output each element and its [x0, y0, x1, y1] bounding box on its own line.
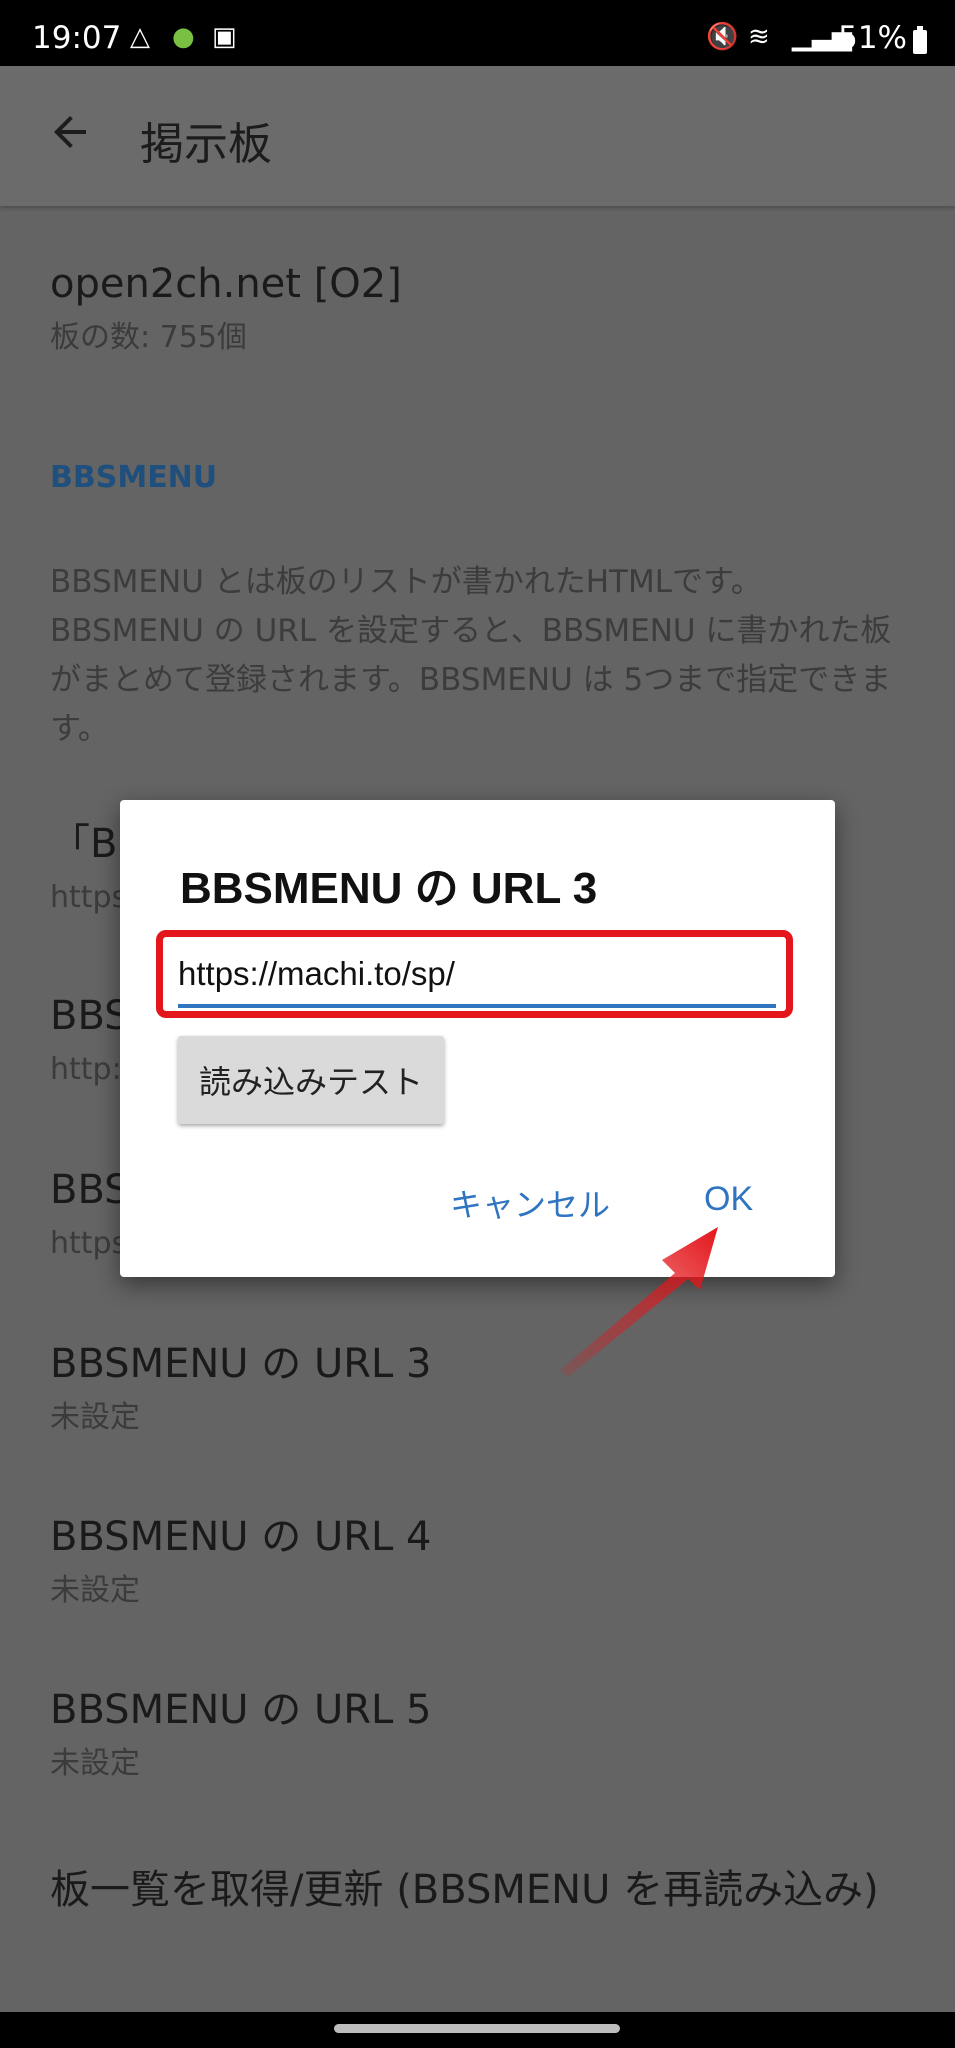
image-icon: ▣: [212, 22, 237, 52]
item-title: BBSMENU の URL 3: [50, 1341, 432, 1387]
item-subtitle: 未設定: [50, 1573, 140, 1608]
android-icon: ●: [172, 22, 195, 52]
description: BBSMENU とは板のリストが書かれたHTMLです。BBSMENU の URL…: [50, 564, 892, 747]
wifi-icon: ≋: [748, 22, 770, 52]
highlight-annotation: [156, 930, 793, 1018]
load-test-button[interactable]: 読み込みテスト: [178, 1036, 444, 1124]
mute-icon: 🔇: [706, 22, 739, 52]
battery-icon: [913, 26, 927, 54]
back-arrow-icon[interactable]: [46, 108, 94, 156]
item-subtitle: 未設定: [50, 1400, 140, 1435]
site-info-item[interactable]: open2ch.net [O2] 板の数: 755個: [50, 258, 910, 358]
url-item-4[interactable]: BBSMENU の URL 4 未設定: [50, 1511, 910, 1611]
item-subtitle: 未設定: [50, 1746, 140, 1781]
url-item-5[interactable]: BBSMENU の URL 5 未設定: [50, 1684, 910, 1784]
drive-icon: △: [130, 22, 150, 52]
navigation-bar: [0, 2012, 955, 2048]
section-header: BBSMENU: [50, 460, 218, 495]
item-title: BBSMENU の URL 4: [50, 1514, 432, 1560]
app-bar: 掲示板: [0, 66, 955, 206]
item-title: 板一覧を取得/更新 (BBSMENU を再読み込み): [50, 1867, 879, 1913]
status-bar: 19:07 △ ● ▣ 🔇 ≋ ▁▃▅ 51%: [0, 0, 955, 66]
board-count: 板の数: 755個: [50, 320, 247, 355]
pointer-arrow-icon: [560, 1227, 718, 1377]
home-handle[interactable]: [334, 2024, 620, 2033]
site-title: open2ch.net [O2]: [50, 261, 402, 307]
url-item-3[interactable]: BBSMENU の URL 3 未設定: [50, 1338, 910, 1438]
status-time: 19:07: [32, 20, 122, 56]
page-title: 掲示板: [140, 119, 272, 170]
refresh-board-list-item[interactable]: 板一覧を取得/更新 (BBSMENU を再読み込み): [50, 1858, 890, 1922]
item-title: BBSMENU の URL 5: [50, 1687, 432, 1733]
battery-percent: 51%: [838, 20, 907, 56]
dialog-title: BBSMENU の URL 3: [180, 864, 598, 913]
